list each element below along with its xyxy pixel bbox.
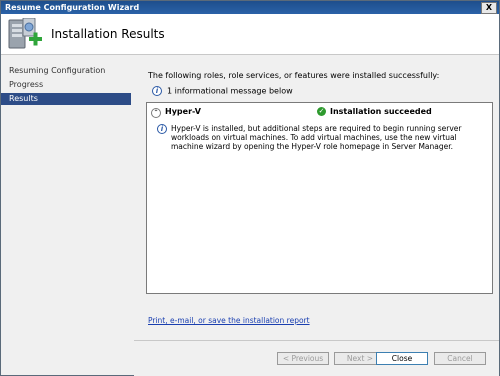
previous-button[interactable]: < Previous bbox=[277, 352, 329, 365]
status-text: Installation succeeded bbox=[330, 107, 432, 116]
info-icon: i bbox=[152, 86, 162, 96]
results-panel: ⌃ Hyper-V ✓ Installation succeeded i Hype… bbox=[146, 102, 493, 294]
info-message: 1 informational message below bbox=[167, 86, 293, 96]
success-check-icon: ✓ bbox=[317, 107, 326, 116]
window-title: Resume Configuration Wizard bbox=[5, 3, 140, 12]
wizard-footer: < Previous Next > Close Cancel bbox=[134, 340, 499, 376]
main-content: The following roles, role services, or f… bbox=[134, 55, 499, 340]
wizard-sidebar: Resuming Configuration Progress Results bbox=[1, 55, 131, 375]
wizard-window: Resume Configuration Wizard X Installati… bbox=[0, 0, 500, 376]
result-detail: i Hyper-V is installed, but additional s… bbox=[157, 124, 482, 151]
detail-info-icon: i bbox=[157, 124, 167, 134]
title-bar: Resume Configuration Wizard X bbox=[1, 1, 499, 14]
page-title: Installation Results bbox=[51, 27, 165, 41]
info-summary: i 1 informational message below bbox=[152, 86, 293, 96]
result-row: ⌃ Hyper-V ✓ Installation succeeded bbox=[151, 107, 487, 119]
close-button[interactable]: Close bbox=[376, 352, 428, 365]
detail-text: Hyper-V is installed, but additional ste… bbox=[171, 124, 462, 151]
collapse-icon[interactable]: ⌃ bbox=[151, 108, 161, 118]
close-window-button[interactable]: X bbox=[481, 2, 497, 14]
server-manager-add-icon bbox=[8, 18, 42, 49]
wizard-header: Installation Results bbox=[1, 14, 499, 55]
cancel-button[interactable]: Cancel bbox=[434, 352, 486, 365]
sidebar-item-resuming-configuration[interactable]: Resuming Configuration bbox=[1, 65, 131, 77]
intro-text: The following roles, role services, or f… bbox=[148, 71, 440, 80]
role-name: Hyper-V bbox=[165, 107, 201, 116]
sidebar-item-progress[interactable]: Progress bbox=[1, 79, 131, 91]
status-label: ✓ Installation succeeded bbox=[317, 107, 432, 116]
sidebar-item-results[interactable]: Results bbox=[1, 93, 131, 105]
installation-report-link[interactable]: Print, e-mail, or save the installation … bbox=[148, 316, 310, 325]
